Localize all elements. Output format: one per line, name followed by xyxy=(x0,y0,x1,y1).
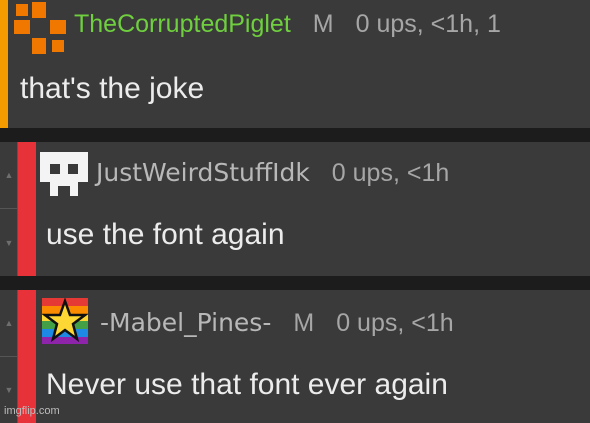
comment-meta: 0 ups, <1h xyxy=(336,309,454,337)
vote-column: ▲ ▼ xyxy=(0,142,18,276)
comment-accent-bar xyxy=(18,142,36,276)
comment-text: Never use that font ever again xyxy=(46,368,448,401)
comment-accent-bar xyxy=(0,0,8,128)
pixel-face-avatar-icon[interactable] xyxy=(40,152,88,196)
username-link[interactable]: TheCorruptedPiglet xyxy=(74,10,291,38)
comment-mabel-pines: ▲ ▼ -Mabel_Pines- M 0 ups, <1h Never use t… xyxy=(0,290,590,423)
username-link[interactable]: -Mabel_Pines- xyxy=(100,308,271,337)
comment-thecorruptedpiglet: TheCorruptedPiglet M 0 ups, <1h, 1 that's … xyxy=(0,0,590,128)
downvote-arrow-icon[interactable]: ▼ xyxy=(0,209,18,276)
comment-text: use the font again xyxy=(46,218,285,251)
comment-header: -Mabel_Pines- M 0 ups, <1h xyxy=(100,308,454,338)
rainbow-star-avatar-icon[interactable] xyxy=(42,298,88,344)
comment-accent-bar xyxy=(18,290,36,423)
mod-badge: M xyxy=(293,309,315,337)
comment-justweirdstuffidk: ▲ ▼ JustWeirdStuffIdk 0 ups, <1h use the … xyxy=(0,142,590,276)
mod-badge: M xyxy=(312,10,334,38)
upvote-arrow-icon[interactable]: ▲ xyxy=(0,142,18,209)
comment-header: JustWeirdStuffIdk 0 ups, <1h xyxy=(96,158,449,188)
comment-separator xyxy=(0,128,590,142)
orange-cross-avatar-icon[interactable] xyxy=(14,2,66,54)
upvote-arrow-icon[interactable]: ▲ xyxy=(0,290,18,357)
comment-separator xyxy=(0,276,590,290)
comment-text: that's the joke xyxy=(20,72,205,105)
watermark: imgflip.com xyxy=(4,405,60,417)
comment-meta: 0 ups, <1h xyxy=(331,159,450,187)
comment-meta: 0 ups, <1h, 1 xyxy=(355,10,501,38)
comment-header: TheCorruptedPiglet M 0 ups, <1h, 1 xyxy=(74,10,501,39)
vote-column: ▲ ▼ xyxy=(0,290,18,423)
username-link[interactable]: JustWeirdStuffIdk xyxy=(96,158,310,187)
